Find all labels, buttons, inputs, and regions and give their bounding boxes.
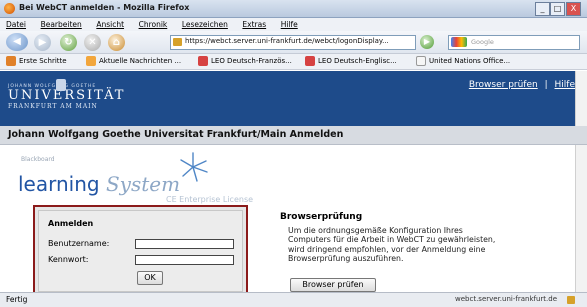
browser-check-button[interactable]: Browser prüfen [290,278,376,292]
logo-learning-system: learning System [18,172,181,196]
ok-button[interactable]: OK [137,271,163,285]
login-heading: Anmelden [48,219,94,228]
password-label: Kennwort: [48,255,89,264]
rss-icon [86,56,96,66]
status-host: webct.server.uni-frankfurt.de [455,295,557,303]
logo-blackboard-text: Blackboard [21,156,55,163]
bookmark-item[interactable]: LEO Deutsch-Französ... [198,56,292,67]
go-icon[interactable]: ▶ [420,35,434,49]
bookmark-item[interactable]: LEO Deutsch-Englisc... [305,56,397,67]
forward-icon[interactable]: ▶ [34,34,51,51]
logo-university: UNIVERSITÄT [8,88,126,103]
back-icon[interactable]: ◀ [6,33,28,51]
starburst-icon [180,152,208,182]
blackboard-logo: Blackboard learning System CE Enterprise… [18,150,298,206]
stop-icon[interactable]: ✕ [84,34,101,51]
browser-check-link[interactable]: Browser prüfen [469,80,538,90]
close-button[interactable]: X [566,2,581,16]
bookmark-item[interactable]: Erste Schritte [6,56,67,67]
reload-icon[interactable]: ↻ [60,34,77,51]
university-logo: JOHANN WOLFGANG GOETHE UNIVERSITÄT FRANK… [8,84,125,110]
window-title-bar: Bei WebCT anmelden - Mozilla Firefox _ □… [0,0,587,18]
menu-tools[interactable]: Extras [242,18,266,31]
search-engine-icon[interactable] [451,37,467,47]
maximize-button[interactable]: □ [550,2,565,16]
page-icon [416,56,426,66]
menu-bar: Datei Bearbeiten Ansicht Chronik Lesezei… [0,18,587,31]
firefox-icon [4,3,15,14]
logo-edition-text: CE Enterprise License [166,195,254,204]
bookmark-item[interactable]: Aktuelle Nachrichten ... [86,56,181,67]
leo-icon [305,56,315,66]
page-title-bar: Johann Wolfgang Goethe Universitat Frank… [0,126,587,145]
search-bar[interactable]: Google [448,35,580,50]
menu-file[interactable]: Datei [6,18,26,31]
browser-check-section: Browserprüfung Um die ordnungsgemäße Kon… [280,212,500,292]
help-link[interactable]: Hilfe [555,80,575,90]
link-separator: | [544,80,548,90]
username-input[interactable] [135,239,234,249]
menu-history[interactable]: Chronik [139,18,168,31]
header-links: Browser prüfen | Hilfe [469,80,575,90]
menu-view[interactable]: Ansicht [96,18,124,31]
navigation-toolbar: ◀ ▶ ↻ ✕ ⌂ https://webct.server.uni-frank… [0,31,587,54]
url-text: https://webct.server.uni-frankfurt.de/we… [185,37,389,45]
leo-icon [198,56,208,66]
status-text: Fertig [6,295,28,304]
page-title: Johann Wolfgang Goethe Universitat Frank… [8,129,344,140]
password-input[interactable] [135,255,234,265]
bookmark-icon [6,56,16,66]
url-bar[interactable]: https://webct.server.uni-frankfurt.de/we… [170,35,416,50]
browser-check-text: Um die ordnungsgemäße Konfiguration Ihre… [288,226,496,264]
logo-city: FRANKFURT AM MAIN [8,103,98,110]
menu-edit[interactable]: Bearbeiten [41,18,82,31]
menu-bookmarks[interactable]: Lesezeichen [182,18,228,31]
university-header: JOHANN WOLFGANG GOETHE UNIVERSITÄT FRANK… [0,71,587,126]
university-seal-icon [56,79,66,91]
vertical-scrollbar[interactable] [575,71,587,292]
search-placeholder: Google [471,38,494,46]
bookmark-item[interactable]: United Nations Office... [416,56,510,67]
bookmarks-toolbar: Erste Schritte Aktuelle Nachrichten ... … [0,54,587,70]
site-lock-icon [173,38,182,46]
browser-check-heading: Browserprüfung [280,212,363,222]
menu-help[interactable]: Hilfe [281,18,298,31]
lock-icon [567,296,575,304]
minimize-button[interactable]: _ [535,2,550,16]
window-title: Bei WebCT anmelden - Mozilla Firefox [19,3,190,12]
username-label: Benutzername: [48,239,110,248]
status-bar: Fertig webct.server.uni-frankfurt.de [0,292,587,307]
home-icon[interactable]: ⌂ [108,34,125,51]
login-panel: Anmelden Benutzername: Kennwort: OK [33,205,248,297]
